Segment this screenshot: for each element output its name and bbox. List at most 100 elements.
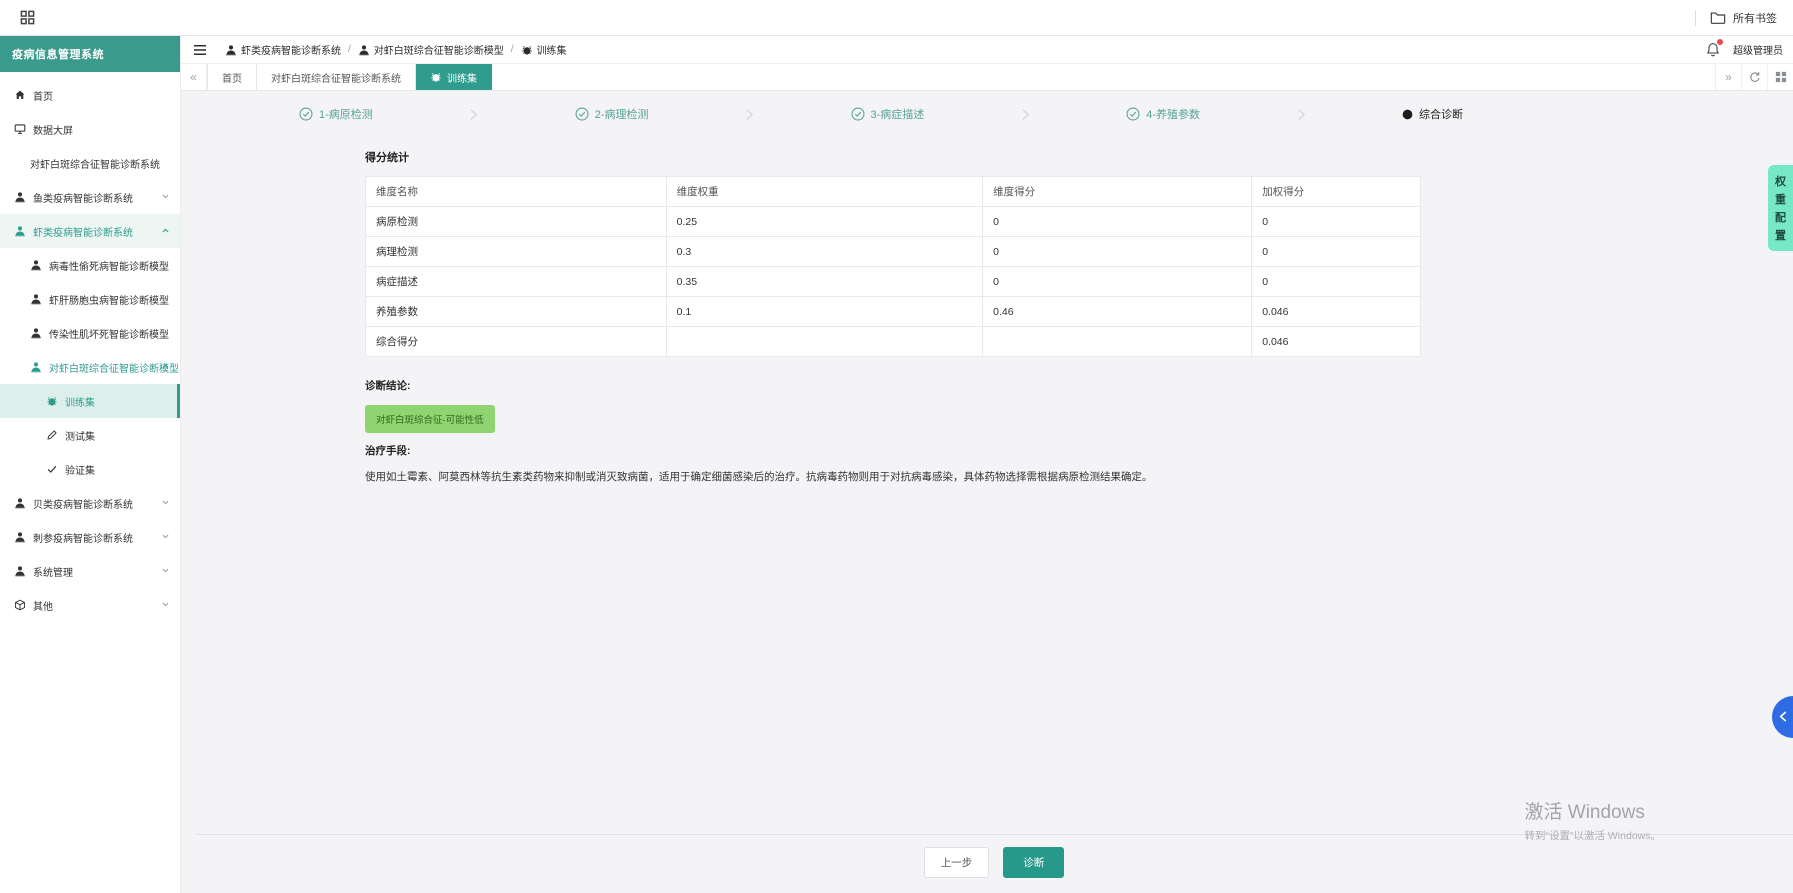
sidebar-item-label: 数据大屏: [33, 125, 73, 137]
table-cell: 0.35: [665, 266, 984, 297]
sidebar-item-label: 首页: [33, 91, 53, 103]
sidebar-item[interactable]: 传染性肌坏死智能诊断模型: [0, 316, 180, 350]
chevron-down-icon: [161, 566, 170, 575]
page: 所有书签 疫病信息管理系统 首页 数据大屏 对虾白斑综合征智能诊断系统 鱼类疫病智能诊…: [0, 0, 1793, 893]
apps-grid-icon[interactable]: [20, 10, 35, 25]
chevron-down-icon: [161, 260, 170, 269]
sidebar-item[interactable]: 刺参疫病智能诊断系统: [0, 520, 180, 554]
step-label: 3-病症描述: [870, 109, 925, 121]
sidebar-item[interactable]: 首页: [0, 78, 180, 112]
sidebar-item[interactable]: 贝类疫病智能诊断系统: [0, 486, 180, 520]
user-icon: [225, 44, 237, 56]
sidebar-item[interactable]: 虾类疫病智能诊断系统: [0, 214, 180, 248]
sidebar-item[interactable]: 鱼类疫病智能诊断系统: [0, 180, 180, 214]
breadcrumb-item[interactable]: 对虾白斑综合征智能诊断模型: [358, 42, 504, 57]
notification-bell[interactable]: [1706, 39, 1723, 57]
sidebar-item-label: 其他: [33, 601, 53, 613]
chevron-up-icon: [161, 362, 170, 371]
user-icon: [358, 44, 370, 56]
table-cell: 0: [982, 266, 1253, 297]
table-cell: 病理检测: [365, 236, 667, 267]
breadcrumb-item[interactable]: 训练集: [521, 42, 567, 57]
sidebar-item[interactable]: 测试集: [0, 418, 180, 452]
sidebar-item[interactable]: 数据大屏: [0, 112, 180, 146]
check-circle-icon: [299, 107, 313, 121]
weight-config-char: 配: [1775, 212, 1786, 224]
step-label: 综合诊断: [1419, 109, 1463, 121]
user-icon: [30, 327, 42, 339]
weight-config-char: 置: [1775, 230, 1786, 242]
tabs-refresh[interactable]: [1741, 64, 1767, 90]
chevron-down-icon: [161, 192, 170, 201]
tab-item[interactable]: 对虾白斑综合征智能诊断系统: [257, 64, 416, 90]
weight-config-tab[interactable]: 权重配置: [1768, 165, 1793, 251]
table-row: 病理检测 0.3 0 0: [365, 236, 1421, 267]
user-icon: [30, 293, 42, 305]
breadcrumb: 虾类疫病智能诊断系统 / 对虾白斑综合征智能诊断模型 / 训练集: [225, 42, 567, 57]
sidebar-item[interactable]: 其他: [0, 588, 180, 622]
drawer-circle: [1772, 696, 1793, 738]
column-header: 加权得分: [1251, 176, 1421, 207]
score-table-head-row: 维度名称 维度权重 维度得分 加权得分: [365, 176, 1421, 207]
chevron-right-icon: [1297, 107, 1306, 122]
prev-step-button[interactable]: 上一步: [923, 847, 990, 878]
sidebar-item-label: 贝类疫病智能诊断系统: [33, 499, 133, 511]
sidebar-item[interactable]: 系统管理: [0, 554, 180, 588]
diagnose-button[interactable]: 诊断: [1003, 847, 1065, 878]
tab-item[interactable]: 首页: [207, 64, 257, 90]
weight-config-char: 重: [1775, 194, 1786, 206]
sidebar-item-label: 验证集: [65, 465, 95, 477]
sidebar-item[interactable]: 训练集: [0, 384, 180, 418]
user-icon: [14, 565, 26, 577]
tabs-layout[interactable]: [1767, 64, 1793, 90]
chevron-down-icon: [161, 328, 170, 337]
chevron-right-icon: [745, 107, 754, 122]
tabs-scroll-left[interactable]: «: [181, 64, 207, 90]
table-row: 病原检测 0.25 0 0: [365, 206, 1421, 237]
diagnosis-section: 诊断结论: 对虾白斑综合征-可能性低 治疗手段: 使用如土霉素、阿莫西林等抗生素…: [365, 378, 1421, 486]
hamburger-icon[interactable]: [193, 44, 207, 56]
user-icon: [14, 225, 26, 237]
breadcrumb-item[interactable]: 虾类疫病智能诊断系统: [225, 42, 341, 57]
tabbar-spacer: [492, 64, 1715, 90]
user-icon: [30, 361, 42, 373]
table-cell: 0: [1251, 236, 1421, 267]
sidebar-item-label: 刺参疫病智能诊断系统: [33, 533, 133, 545]
tabs-scroll-right[interactable]: »: [1715, 64, 1741, 90]
sidebar-item-label: 测试集: [65, 431, 95, 443]
sidebar-item-label: 对虾白斑综合征智能诊断模型: [49, 363, 179, 375]
table-cell: 综合得分: [365, 326, 667, 357]
table-cell: 病症描述: [365, 266, 667, 297]
tab-active[interactable]: 训练集: [416, 64, 492, 90]
topbar: 虾类疫病智能诊断系统 / 对虾白斑综合征智能诊断模型 / 训练集 超级管理员: [181, 36, 1793, 64]
table-cell: 0: [1251, 266, 1421, 297]
check-circle-icon: [1126, 107, 1140, 121]
check-circle-icon: [575, 107, 589, 121]
user-menu[interactable]: 超级管理员: [1733, 42, 1783, 57]
sidebar-item[interactable]: 对虾白斑综合征智能诊断模型: [0, 350, 180, 384]
bug-icon: [430, 71, 442, 83]
breadcrumb-separator: /: [348, 44, 351, 55]
check-icon: [46, 463, 58, 475]
sidebar-item-label: 鱼类疫病智能诊断系统: [33, 193, 133, 205]
box-icon: [14, 599, 26, 611]
tabbar: « 首页 对虾白斑综合征智能诊断系统 训练集 »: [181, 64, 1793, 91]
app: 疫病信息管理系统 首页 数据大屏 对虾白斑综合征智能诊断系统 鱼类疫病智能诊断系统 虾类…: [0, 36, 1793, 893]
pencil-icon: [46, 429, 58, 441]
chevron-down-icon: [161, 294, 170, 303]
sidebar-item[interactable]: 病毒性偷死病智能诊断模型: [0, 248, 180, 282]
step-label: 2-病理检测: [594, 109, 649, 121]
check-circle-icon: [851, 107, 865, 121]
sidebar-item[interactable]: 对虾白斑综合征智能诊断系统: [0, 146, 180, 180]
sidebar-item[interactable]: 虾肝肠胞虫病智能诊断模型: [0, 282, 180, 316]
table-cell: 0.25: [665, 206, 984, 237]
all-bookmarks-label[interactable]: 所有书签: [1733, 10, 1777, 26]
app-title: 疫病信息管理系统: [0, 36, 180, 72]
notification-dot: [1717, 39, 1723, 45]
content: 1-病原检测 2-病理检测 3-病症描述 4-养殖参数 综合诊断 得分统计 维度名称 维度…: [181, 91, 1793, 893]
drawer-toggle-button[interactable]: [1772, 696, 1793, 738]
table-row: 综合得分 0.046: [365, 326, 1421, 357]
sidebar-item[interactable]: 验证集: [0, 452, 180, 486]
breadcrumb-separator: /: [510, 44, 514, 55]
chevrons-left-icon: «: [190, 70, 197, 84]
